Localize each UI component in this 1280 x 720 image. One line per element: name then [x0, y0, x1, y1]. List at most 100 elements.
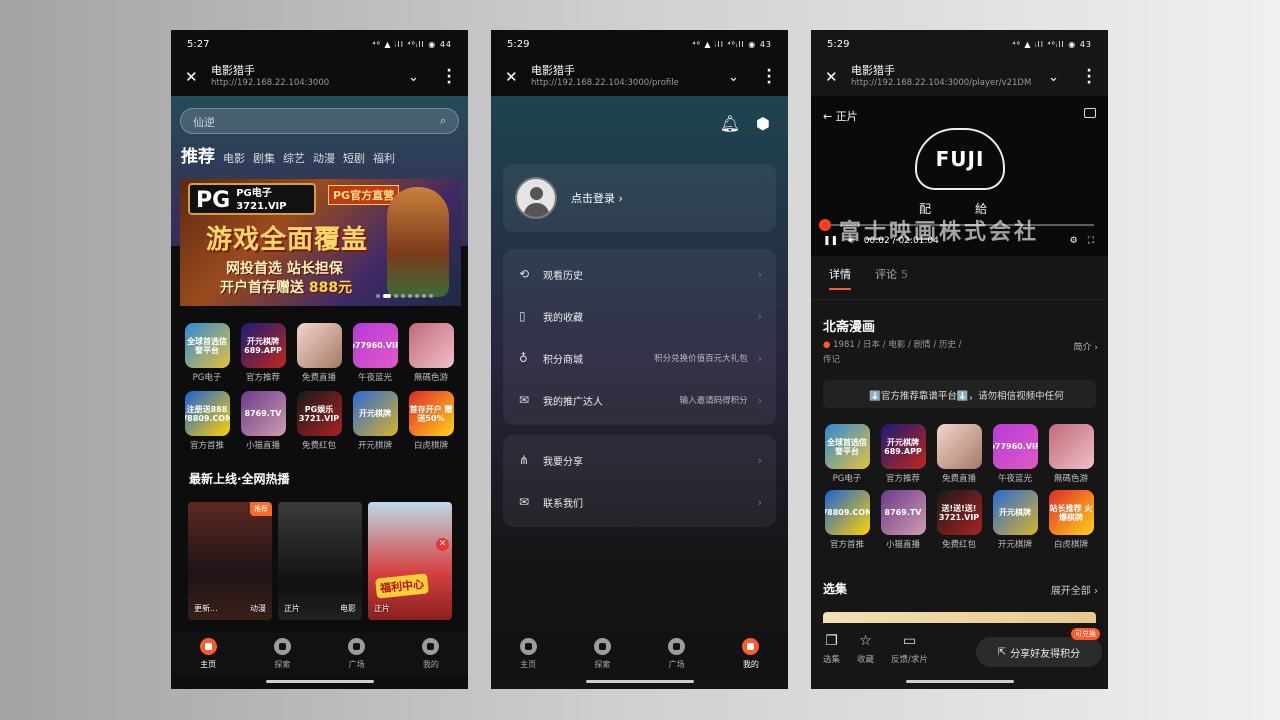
- menu-favorites[interactable]: ▯ 我的收藏 ›: [503, 295, 776, 337]
- progress-bar[interactable]: [819, 219, 1094, 231]
- menu-share[interactable]: ⋔ 我要分享 ›: [503, 439, 776, 481]
- app-icon: 送!送!送! 3721.VIP: [936, 490, 982, 535]
- app-item[interactable]: 开元棋牌 689.APP 官方推荐: [235, 323, 291, 383]
- close-icon[interactable]: ✕: [436, 538, 449, 551]
- app-icon: 开元棋牌 689.APP: [880, 424, 926, 469]
- time-readout: 00:02 / 02:01:04: [863, 236, 939, 246]
- tab-variety[interactable]: 综艺: [283, 150, 305, 166]
- bell-icon[interactable]: 🔔︎: [720, 114, 740, 133]
- chevron-right-icon: ›: [757, 309, 762, 323]
- settings-icon[interactable]: ⚙: [1070, 236, 1078, 246]
- app-item[interactable]: 站长推荐 火爆棋牌 白虎棋牌: [1043, 490, 1099, 550]
- tab-anime[interactable]: 动漫: [313, 150, 335, 166]
- nav-explore[interactable]: 探索: [582, 638, 622, 670]
- nav-mine[interactable]: 我的: [411, 638, 451, 670]
- app-item[interactable]: 送!送!送! 3721.VIP 免费红包: [931, 490, 987, 550]
- app-icon: 全球首选信誉平台: [824, 424, 870, 469]
- close-icon[interactable]: ✕: [185, 68, 211, 86]
- chevron-down-icon[interactable]: ⌄: [1048, 70, 1084, 85]
- fullscreen-icon[interactable]: ⛶: [1088, 236, 1094, 246]
- app-item[interactable]: PG娱乐 3721.VIP 免费红包: [291, 391, 347, 451]
- app-icon: 8769.TV: [880, 490, 926, 535]
- menu-contact[interactable]: ✉ 联系我们 ›: [503, 481, 776, 523]
- app-item[interactable]: b77960.VIP午夜蓝光: [347, 323, 403, 383]
- tab-series[interactable]: 剧集: [253, 150, 275, 166]
- tab-welfare[interactable]: 福利: [373, 150, 395, 166]
- app-item[interactable]: 無碼色游: [1043, 424, 1099, 484]
- intro-link[interactable]: 简介 ›: [1074, 340, 1098, 353]
- progress-handle[interactable]: [819, 219, 831, 231]
- app-item[interactable]: 免费直播: [931, 424, 987, 484]
- banner-character: [387, 187, 449, 297]
- menu-points-mall[interactable]: ♁ 积分商城 积分兑换价值百元大礼包 ›: [503, 337, 776, 379]
- promo-banner[interactable]: PG PG电子 3721.VIP PG官方直营 游戏全面覆盖 网投首选 站长担保 开…: [180, 179, 461, 306]
- back-button[interactable]: ← 正片: [823, 108, 858, 124]
- banner-official: PG官方直营: [328, 185, 400, 205]
- chevron-down-icon[interactable]: ⌄: [408, 70, 444, 85]
- settings-icon[interactable]: ⬢: [756, 114, 770, 133]
- nav-explore[interactable]: 探索: [262, 638, 302, 670]
- close-icon[interactable]: ✕: [825, 68, 851, 86]
- app-item[interactable]: 开元棋牌 开元棋牌: [987, 490, 1043, 550]
- home-indicator[interactable]: [586, 680, 694, 683]
- home-icon: [519, 638, 537, 655]
- app-item[interactable]: 免费直播: [291, 323, 347, 383]
- player-controls: ❚❚ 🔊︎ 00:02 / 02:01:04 ⚙ ⛶: [823, 236, 1094, 246]
- more-icon[interactable]: · · ·: [1084, 64, 1094, 90]
- app-item[interactable]: 全球首选信誉平台 PG电子: [819, 424, 875, 484]
- close-icon[interactable]: ✕: [505, 68, 531, 86]
- app-item[interactable]: 8769.TV 小猫直播: [235, 391, 291, 451]
- more-icon[interactable]: · · ·: [444, 64, 454, 90]
- user-icon: [422, 638, 440, 655]
- nav-mine[interactable]: 我的: [731, 638, 771, 670]
- app-item[interactable]: b77960.VIP午夜蓝光: [987, 424, 1043, 484]
- app-icon: b77960.VIP: [352, 323, 398, 368]
- app-item[interactable]: 無碼色游: [403, 323, 459, 383]
- expand-all-link[interactable]: 展开全部 ›: [1051, 582, 1098, 597]
- poster-card[interactable]: ✕ 福利中心 正片: [368, 502, 452, 620]
- app-icon: [1048, 424, 1094, 469]
- pip-icon[interactable]: [1084, 108, 1096, 118]
- video-player[interactable]: ← 正片 FUJI 配給 富士映画株式会社 ❚❚ 🔊︎ 00:02 / 02:0…: [811, 96, 1108, 256]
- more-icon[interactable]: · · ·: [764, 64, 774, 90]
- search-input[interactable]: 仙逆 ⌕: [180, 108, 459, 134]
- mail-icon: ✉: [519, 393, 530, 407]
- menu-history[interactable]: ⟲ 观看历史 ›: [503, 253, 776, 295]
- app-item[interactable]: 首存开户 赠送50% 白虎棋牌: [403, 391, 459, 451]
- app-item[interactable]: 注册送888 V8809.COM官方首推: [179, 391, 235, 451]
- app-item[interactable]: 开元棋牌 689.APP 官方推荐: [875, 424, 931, 484]
- app-item[interactable]: 8769.TV 小猫直播: [875, 490, 931, 550]
- tab-details[interactable]: 详情: [829, 266, 851, 290]
- share-button[interactable]: ⇱ 分享好友得积分: [976, 637, 1102, 667]
- tab-recommend[interactable]: 推荐: [181, 142, 215, 167]
- volume-icon[interactable]: 🔊︎: [848, 236, 854, 246]
- menu-promoter[interactable]: ✉ 我的推广达人 输入邀请码得积分 ›: [503, 379, 776, 421]
- status-time: 5:29: [507, 38, 530, 50]
- login-card[interactable]: 点击登录 ›: [503, 164, 776, 232]
- welfare-badge[interactable]: 福利中心: [375, 573, 429, 599]
- home-indicator[interactable]: [266, 680, 374, 683]
- nav-plaza[interactable]: 广场: [337, 638, 377, 670]
- login-link[interactable]: 点击登录 ›: [571, 190, 623, 206]
- feedback-button[interactable]: ▭ 反馈/求片: [891, 633, 928, 665]
- chevron-down-icon[interactable]: ⌄: [728, 70, 764, 85]
- app-item[interactable]: 全球首选信誉平台 PG电子: [179, 323, 235, 383]
- nav-home[interactable]: 主页: [508, 638, 548, 670]
- tab-comments[interactable]: 评论 5: [875, 266, 908, 289]
- pause-icon[interactable]: ❚❚: [823, 236, 838, 246]
- poster-card[interactable]: 正片 电影: [278, 502, 362, 620]
- poster-card[interactable]: 推荐 更新... 动漫: [188, 502, 272, 620]
- app-item[interactable]: 开元棋牌 开元棋牌: [347, 391, 403, 451]
- share-icon: ⋔: [519, 453, 530, 467]
- video-info: ● 1981 / 日本 / 电影 / 剧情 / 历史 / 传记: [823, 340, 962, 365]
- nav-home[interactable]: 主页: [188, 638, 228, 670]
- app-item[interactable]: V8809.COM官方首推: [819, 490, 875, 550]
- favorite-button[interactable]: ☆ 收藏: [857, 633, 874, 665]
- tab-movie[interactable]: 电影: [223, 150, 245, 166]
- home-indicator[interactable]: [906, 680, 1014, 683]
- nav-plaza[interactable]: 广场: [657, 638, 697, 670]
- tab-short[interactable]: 短剧: [343, 150, 365, 166]
- episodes-button[interactable]: ❐ 选集: [823, 633, 840, 665]
- app-icon: b77960.VIP: [992, 424, 1038, 469]
- app-title: 电影猎手: [211, 64, 255, 77]
